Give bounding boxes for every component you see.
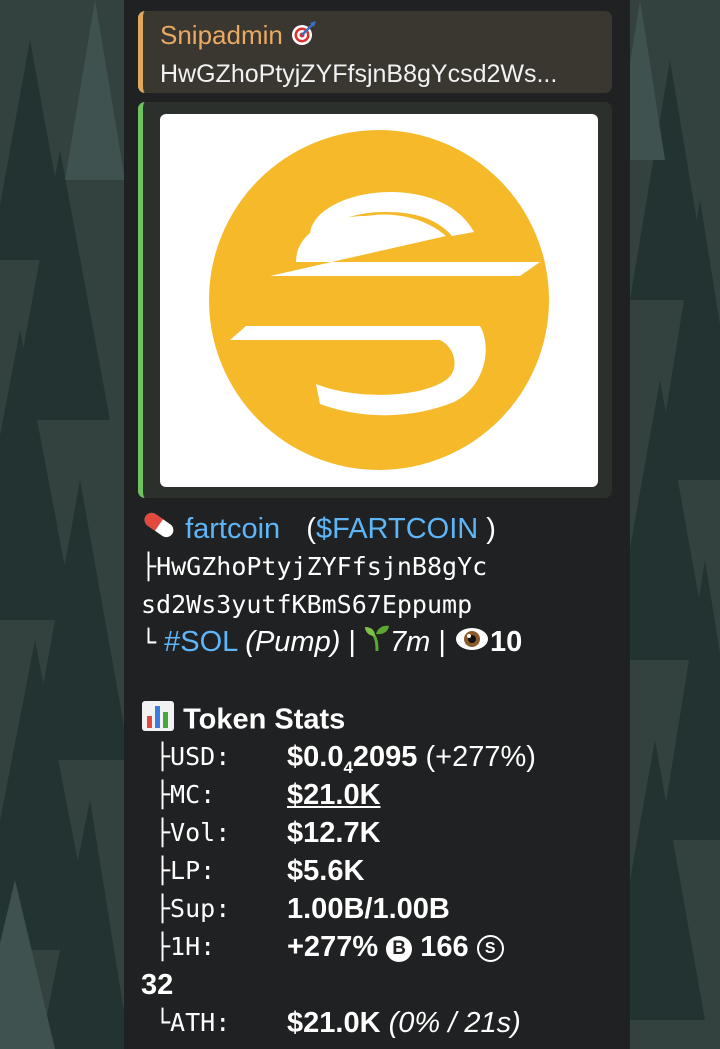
separator-2: | xyxy=(430,626,454,658)
address-line-1[interactable]: ├HwGZhoPtyjZYFfsjnB8gYc xyxy=(141,548,487,586)
reply-text: HwGZhoPtyjZYFfsjnB8gYcsd2Ws... xyxy=(160,59,558,88)
reply-sender: Snipadmin xyxy=(160,20,283,50)
token-symbol-link[interactable]: $FARTCOIN xyxy=(316,513,478,545)
stat-label-sup: ├Sup: xyxy=(155,894,231,923)
s-coin-logo-icon xyxy=(209,130,549,470)
tree-branch: ├ xyxy=(141,552,157,581)
stat-label-ath: └ATH: xyxy=(155,1008,231,1037)
market-cap-link[interactable]: $21.0K xyxy=(287,776,381,814)
views-count: 10 xyxy=(489,626,523,658)
supply-value: 1.00B/1.00B xyxy=(287,893,450,925)
symbol-close: ) xyxy=(478,513,496,545)
stat-label-mc: ├MC: xyxy=(155,780,216,809)
stat-label-usd: ├USD: xyxy=(155,742,231,771)
volume-value: $12.7K xyxy=(287,817,381,849)
stat-1h: ├1H: +277% B 166 S xyxy=(141,928,621,966)
hour-sells: 32 xyxy=(141,969,174,1001)
preview-image[interactable] xyxy=(160,114,598,487)
chain-line: └ #SOL (Pump) | 7m | 10 xyxy=(141,623,522,661)
stat-usd: ├USD: $0.042095 (+277%) xyxy=(141,738,621,777)
stat-lp: ├LP: $5.6K xyxy=(141,852,621,890)
stat-label-lp: ├LP: xyxy=(155,856,216,885)
stat-vol: ├Vol: $12.7K xyxy=(141,814,621,852)
seedling-icon xyxy=(364,624,390,662)
buy-badge-icon: B xyxy=(386,936,413,962)
eye-icon xyxy=(454,624,490,662)
token-name-link[interactable]: fartcoin xyxy=(185,513,280,545)
stat-label-1h: ├1H: xyxy=(155,932,216,961)
stat-mc: ├MC: $21.0K xyxy=(141,776,621,814)
separator: | xyxy=(340,626,365,658)
contract-address-part2[interactable]: sd2Ws3yutfKBmS67Eppump xyxy=(141,590,472,619)
symbol-open: ( xyxy=(306,513,316,545)
pill-icon xyxy=(141,510,177,550)
price-digits: 2095 xyxy=(352,741,418,773)
target-icon xyxy=(290,20,317,54)
price-zero-count: 4 xyxy=(343,757,353,777)
stat-ath: └ATH: $21.0K (0% / 21s) xyxy=(141,1004,621,1042)
age-value: 7m xyxy=(390,626,431,658)
stat-sup: ├Sup: 1.00B/1.00B xyxy=(141,890,621,928)
sell-badge-icon: S xyxy=(476,935,504,962)
ath-detail: (0% / 21s) xyxy=(388,1007,521,1039)
platform-label: (Pump) xyxy=(245,626,341,658)
price-main: $0.0 xyxy=(287,741,344,773)
hour-buys: 166 xyxy=(420,931,469,963)
ath-value: $21.0K xyxy=(287,1007,381,1039)
token-title-line: fartcoin ($FARTCOIN ) xyxy=(141,510,496,548)
chain-hashtag[interactable]: #SOL xyxy=(164,626,237,658)
reply-quote[interactable]: Snipadmin HwGZhoPtyjZYFfsjnB8gYcsd2Ws... xyxy=(138,11,612,93)
contract-address-part1[interactable]: HwGZhoPtyjZYFfsjnB8gYc xyxy=(156,552,487,581)
bar-chart-icon xyxy=(141,700,175,742)
hour-change: +277% xyxy=(287,931,379,963)
tree-end: └ xyxy=(141,628,157,657)
stats-title: Token Stats xyxy=(183,703,346,736)
liquidity-value: $5.6K xyxy=(287,855,365,887)
stat-label-vol: ├Vol: xyxy=(155,818,231,847)
price-change: (+277%) xyxy=(417,741,536,773)
stats-title-line: Token Stats xyxy=(141,700,345,738)
address-line-2[interactable]: sd2Ws3yutfKBmS67Eppump xyxy=(141,586,472,624)
